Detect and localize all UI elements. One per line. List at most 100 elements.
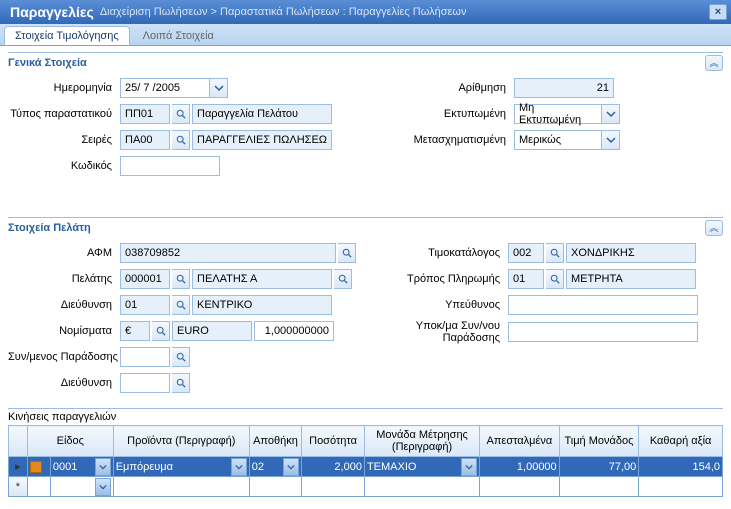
search-icon[interactable] — [172, 269, 190, 289]
chevron-down-icon[interactable] — [602, 130, 620, 150]
cell-unit: ΤΕΜΑΧΙΟ — [367, 461, 417, 473]
transformed-select[interactable]: Μερικώς — [514, 130, 602, 150]
numbering-input[interactable] — [514, 78, 614, 98]
chevron-down-icon[interactable] — [602, 104, 620, 124]
chevron-down-icon[interactable] — [210, 78, 228, 98]
address-label: Διεύθυνση — [8, 299, 118, 311]
content: Γενικά Στοιχεία ︽ Ημερομηνία Τύπος παρασ… — [0, 46, 731, 509]
pricelist-label: Τιμοκατάλογος — [396, 247, 506, 259]
code-input[interactable] — [120, 156, 220, 176]
address-code-input[interactable] — [120, 295, 170, 315]
col-product[interactable]: Προϊόντα (Περιγραφή) — [113, 426, 249, 457]
payment-code-input[interactable] — [508, 269, 544, 289]
responsible-label: Υπεύθυνος — [396, 299, 506, 311]
col-row-selector[interactable] — [9, 426, 28, 457]
chevron-down-icon[interactable] — [231, 458, 247, 476]
search-icon[interactable] — [172, 295, 190, 315]
responsible-input[interactable] — [508, 295, 698, 315]
branch-input[interactable] — [508, 322, 698, 342]
cell-net-value: 154,0 — [692, 461, 720, 473]
table-row-new[interactable]: * — [9, 477, 723, 497]
row-indicator-icon[interactable]: ▸ — [9, 457, 28, 477]
collapse-icon[interactable]: ︽ — [705, 220, 723, 236]
currency-code-input[interactable] — [120, 321, 150, 341]
numbering-label: Αρίθμηση — [402, 82, 512, 94]
tabs: Στοιχεία Τιμολόγησης Λοιπά Στοιχεία — [0, 24, 731, 46]
address-desc-input[interactable] — [192, 295, 332, 315]
group-customer: Στοιχεία Πελάτη ︽ ΑΦΜ Πελάτης Διεύθυ — [8, 217, 723, 394]
currency-label: Νομίσματα — [8, 325, 118, 337]
grid-title: Κινήσεις παραγγελιών — [8, 411, 116, 423]
address2-input[interactable] — [120, 373, 170, 393]
transformed-label: Μετασχηματισμένη — [402, 134, 512, 146]
collapse-icon[interactable]: ︽ — [705, 55, 723, 71]
doc-type-code-input[interactable] — [120, 104, 170, 124]
payment-desc-input[interactable] — [566, 269, 696, 289]
close-icon[interactable]: × — [709, 4, 727, 20]
doc-type-desc-input[interactable] — [192, 104, 332, 124]
chevron-down-icon[interactable] — [461, 458, 477, 476]
series-desc-input[interactable] — [192, 130, 332, 150]
cell-sent: 1,00000 — [517, 461, 557, 473]
col-quantity[interactable]: Ποσότητα — [302, 426, 365, 457]
grid-order-lines: Κινήσεις παραγγελιών Είδος Προϊόντα (Περ… — [8, 408, 723, 497]
date-label: Ημερομηνία — [8, 82, 118, 94]
tab-billing[interactable]: Στοιχεία Τιμολόγησης — [4, 26, 130, 45]
search-icon[interactable] — [172, 347, 190, 367]
vat-input[interactable] — [120, 243, 336, 263]
vat-label: ΑΦΜ — [8, 247, 118, 259]
app-title: Παραγγελίες — [10, 4, 94, 20]
new-row-icon[interactable]: * — [9, 477, 28, 497]
product-icon — [30, 461, 42, 473]
delivery-label: Συν/μενος Παράδοσης — [8, 351, 118, 363]
search-icon[interactable] — [338, 243, 356, 263]
search-icon[interactable] — [152, 321, 170, 341]
date-input[interactable] — [120, 78, 210, 98]
series-label: Σειρές — [8, 134, 118, 146]
code-label: Κωδικός — [8, 160, 118, 172]
search-icon[interactable] — [172, 373, 190, 393]
titlebar: Παραγγελίες Διαχείριση Πωλήσεων > Παραστ… — [0, 0, 731, 24]
grid-table[interactable]: Είδος Προϊόντα (Περιγραφή) Αποθήκη Ποσότ… — [8, 425, 723, 497]
pricelist-desc-input[interactable] — [566, 243, 696, 263]
group-customer-title: Στοιχεία Πελάτη — [8, 222, 91, 234]
group-general: Γενικά Στοιχεία ︽ Ημερομηνία Τύπος παρασ… — [8, 52, 723, 177]
chevron-down-icon[interactable] — [283, 458, 299, 476]
payment-label: Τρόπος Πληρωμής — [396, 273, 506, 285]
chevron-down-icon[interactable] — [95, 478, 111, 496]
table-row[interactable]: ▸ 0001 Εμπόρευμα 02 2,000 ΤΕΜΑΧΙΟ 1,0000… — [9, 457, 723, 477]
search-icon[interactable] — [172, 130, 190, 150]
cell-product: Εμπόρευμα — [116, 461, 173, 473]
col-net-value[interactable]: Καθαρή αξία — [639, 426, 723, 457]
breadcrumb: Διαχείριση Πωλήσεων > Παραστατικά Πωλήσε… — [100, 6, 709, 18]
col-warehouse[interactable]: Αποθήκη — [249, 426, 301, 457]
col-sent[interactable]: Απεσταλμένα — [480, 426, 560, 457]
col-kind[interactable]: Είδος — [27, 426, 113, 457]
search-icon[interactable] — [546, 269, 564, 289]
col-unit[interactable]: Μονάδα Μέτρησης (Περιγραφή) — [364, 426, 479, 457]
cell-warehouse: 02 — [252, 461, 264, 473]
col-unit-price[interactable]: Τιμή Μονάδος — [559, 426, 639, 457]
tab-other[interactable]: Λοιπά Στοιχεία — [132, 26, 225, 45]
printed-label: Εκτυπωμένη — [402, 108, 512, 120]
search-icon[interactable] — [172, 104, 190, 124]
cell-unit-price: 77,00 — [609, 461, 637, 473]
search-icon[interactable] — [334, 269, 352, 289]
delivery-input[interactable] — [120, 347, 170, 367]
series-code-input[interactable] — [120, 130, 170, 150]
customer-code-input[interactable] — [120, 269, 170, 289]
customer-label: Πελάτης — [8, 273, 118, 285]
address2-label: Διεύθυνση — [8, 377, 118, 389]
group-general-title: Γενικά Στοιχεία — [8, 57, 87, 69]
pricelist-code-input[interactable] — [508, 243, 544, 263]
doc-type-label: Τύπος παραστατικού — [8, 108, 118, 120]
branch-label: Υποκ/μα Συν/νου Παράδοσης — [396, 320, 506, 344]
printed-select[interactable]: Μη Εκτυπωμένη — [514, 104, 602, 124]
currency-desc-input[interactable] — [172, 321, 252, 341]
customer-desc-input[interactable] — [192, 269, 332, 289]
currency-rate-input[interactable] — [254, 321, 334, 341]
cell-quantity: 2,000 — [334, 461, 362, 473]
search-icon[interactable] — [546, 243, 564, 263]
chevron-down-icon[interactable] — [95, 458, 111, 476]
cell-kind: 0001 — [53, 461, 77, 473]
